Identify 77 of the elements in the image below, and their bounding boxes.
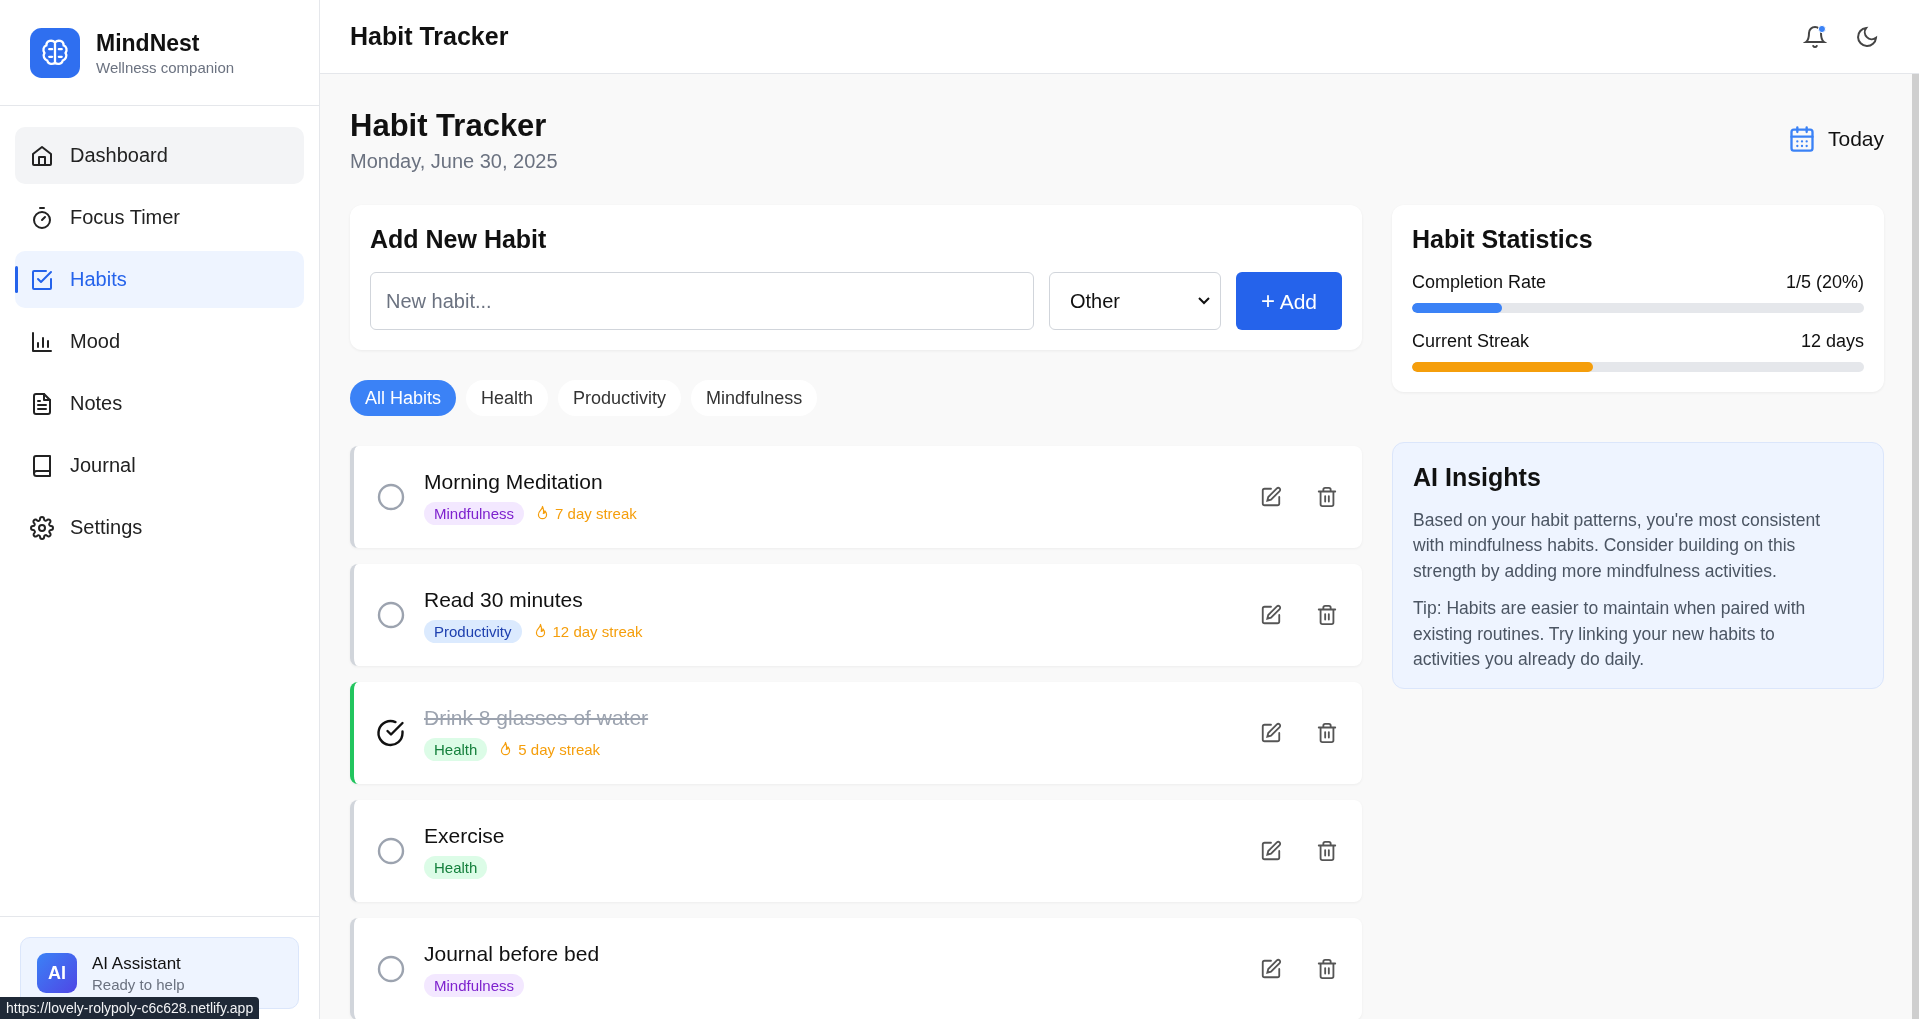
chevron-down-icon: [1198, 297, 1210, 305]
settings-icon: [30, 515, 54, 540]
trash-icon[interactable]: [1316, 486, 1338, 508]
checkbox-icon: [30, 267, 54, 292]
today-button[interactable]: Today: [1787, 124, 1884, 153]
nav-item[interactable]: Habits: [15, 251, 304, 308]
habit-name: Read 30 minutes: [424, 587, 583, 612]
card-title: Habit Statistics: [1412, 225, 1594, 254]
notification-bell-icon[interactable]: [1803, 24, 1827, 49]
category-tag: Health: [424, 737, 488, 761]
status-url-tooltip: https://lovely-rolypoly-c6c628.netlify.app: [0, 997, 260, 1019]
card-title: Add New Habit: [370, 225, 548, 254]
trash-icon[interactable]: [1316, 604, 1338, 626]
habit-name: Journal before bed: [424, 941, 600, 966]
flame-icon: [536, 505, 550, 521]
trash-icon[interactable]: [1316, 722, 1338, 744]
insight-text: Tip: Habits are easier to maintain when paired with existing routines. Try linking your new habits to activities you already do daily.: [1413, 597, 1807, 671]
brain-logo-icon: [30, 27, 80, 78]
document-icon: [30, 391, 54, 416]
nav-item[interactable]: Settings: [15, 499, 304, 556]
app-tagline: Wellness companion: [96, 58, 235, 76]
category-tag: Health: [424, 855, 488, 879]
add-button[interactable]: + Add: [1236, 272, 1342, 330]
edit-icon[interactable]: [1260, 486, 1282, 508]
flame-icon: [533, 623, 547, 639]
category-tag: Productivity: [424, 619, 522, 643]
new-habit-field[interactable]: New habit...: [370, 272, 1034, 330]
stat-value: 12 days: [1800, 331, 1864, 352]
category-tag: Mindfulness: [424, 973, 525, 997]
edit-icon[interactable]: [1260, 958, 1282, 980]
habit-name: Morning Meditation: [424, 469, 603, 494]
page-date: Monday, June 30, 2025: [350, 150, 558, 173]
category-tag: Mindfulness: [424, 501, 525, 525]
habit-checkbox[interactable]: [376, 600, 406, 630]
card-title: AI Insights: [1413, 463, 1542, 492]
filter-chip[interactable]: Health: [466, 380, 549, 416]
edit-icon[interactable]: [1260, 722, 1282, 744]
stat-label: Completion Rate: [1412, 272, 1547, 293]
flame-icon: [499, 741, 513, 757]
calendar-icon: [1787, 124, 1816, 153]
timer-icon: [30, 205, 54, 230]
app-name: MindNest: [96, 29, 201, 57]
habit-checkbox[interactable]: [376, 836, 406, 866]
category-select[interactable]: Other: [1049, 272, 1221, 330]
scrollbar[interactable]: [1912, 74, 1919, 1019]
moon-icon[interactable]: [1855, 24, 1879, 49]
home-icon: [30, 143, 54, 168]
filter-chip[interactable]: Productivity: [558, 380, 682, 416]
nav-item[interactable]: Focus Timer: [15, 189, 304, 246]
bar-chart-icon: [30, 329, 54, 354]
trash-icon[interactable]: [1316, 958, 1338, 980]
streak-label: 5 day streak: [518, 740, 601, 758]
filter-chip[interactable]: Mindfulness: [691, 380, 818, 416]
edit-icon[interactable]: [1260, 604, 1282, 626]
streak-label: 12 day streak: [552, 622, 643, 640]
habit-name: Drink 8 glasses of water: [424, 705, 649, 730]
insight-text: Based on your habit patterns, you're most consistent with mindfulness habits. Consider building on this strength by adding more mindfulness activities.: [1413, 509, 1822, 583]
stat-label: Current Streak: [1412, 331, 1530, 352]
header-title: Habit Tracker: [350, 22, 509, 51]
filter-chip[interactable]: All Habits: [350, 380, 457, 416]
habit-checkbox[interactable]: [376, 954, 406, 984]
habit-checkbox[interactable]: [376, 718, 406, 748]
nav-item[interactable]: Dashboard: [15, 127, 304, 184]
habit-name: Exercise: [424, 823, 505, 848]
page-title: Habit Tracker: [350, 108, 548, 144]
nav-item[interactable]: Mood: [15, 313, 304, 370]
stat-value: 1/5 (20%): [1785, 272, 1864, 293]
nav-item[interactable]: Journal: [15, 437, 304, 494]
assistant-title: AI Assistant: [92, 953, 182, 974]
trash-icon[interactable]: [1316, 840, 1338, 862]
nav-item[interactable]: Notes: [15, 375, 304, 432]
habit-checkbox[interactable]: [376, 482, 406, 512]
book-icon: [30, 453, 54, 478]
edit-icon[interactable]: [1260, 840, 1282, 862]
streak-label: 7 day streak: [555, 504, 637, 522]
ai-badge: AI: [37, 953, 77, 993]
assistant-status: Ready to help: [92, 975, 185, 993]
